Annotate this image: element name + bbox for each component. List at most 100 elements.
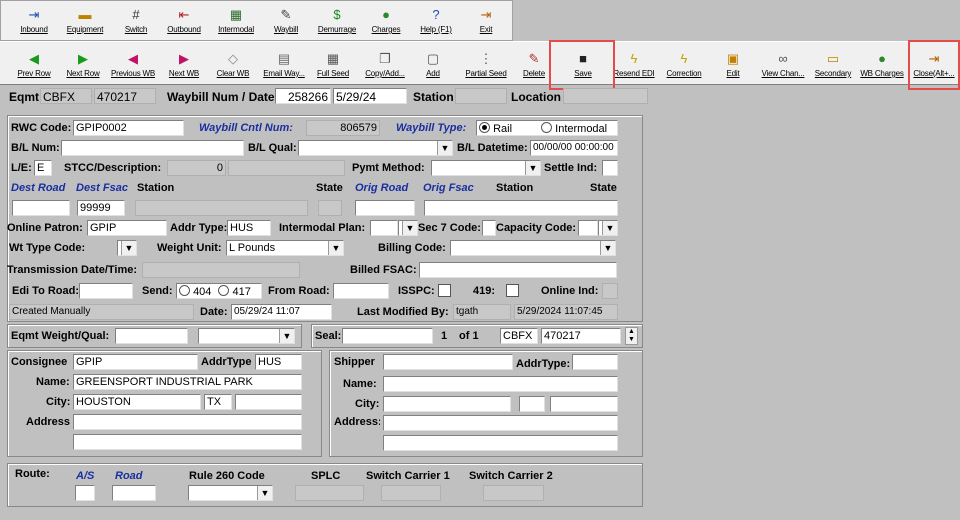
capacity-code-field[interactable]	[578, 220, 598, 236]
addr-type-field[interactable]: HUS	[227, 220, 271, 236]
road-field[interactable]	[112, 485, 156, 501]
bl-datetime-field[interactable]: 00/00/00 00:00:00	[530, 140, 618, 156]
toolbar-button-close[interactable]: ⇥ Close(Alt+...	[910, 45, 958, 85]
toolbar-button-add[interactable]: ▢ Add	[421, 45, 445, 85]
toolbar-button-edit[interactable]: ▣ Edit	[718, 45, 748, 85]
toolbar-button-intermodal[interactable]: ▦ Intermodal	[213, 1, 259, 41]
wt-type-code-select[interactable]: ▼	[117, 240, 137, 256]
shipper-address2-field[interactable]	[383, 435, 618, 451]
n419-checkbox[interactable]	[506, 284, 519, 297]
toolbar-button-exit[interactable]: ⇥ Exit	[471, 1, 501, 41]
toolbar-button-full-seed[interactable]: ▦ Full Seed	[313, 45, 353, 85]
consignee-code-field[interactable]: GPIP	[73, 354, 198, 370]
eqmt-weight-qual-select[interactable]: ▼	[198, 328, 295, 344]
switch-carrier1-field[interactable]	[381, 485, 441, 501]
toolbar-button-partial-seed[interactable]: ⋮ Partial Seed	[460, 45, 512, 85]
toolbar-button-next-row[interactable]: ▶ Next Row	[63, 45, 103, 85]
consignee-city-field[interactable]: HOUSTON	[73, 394, 201, 410]
toolbar-button-prev-row[interactable]: ◀ Prev Row	[12, 45, 56, 85]
shipper-addrtype-field[interactable]	[572, 354, 618, 370]
toolbar-button-secondary[interactable]: ▭ Secondary	[812, 45, 854, 85]
toolbar-button-wb-charges[interactable]: ● WB Charges	[858, 45, 906, 85]
consignee-name-field[interactable]: GREENSPORT INDUSTRIAL PARK	[73, 374, 302, 390]
consignee-address2-field[interactable]	[73, 434, 302, 450]
toolbar-button-inbound[interactable]: ⇥ Inbound	[11, 1, 57, 41]
shipper-zip-field[interactable]	[550, 396, 618, 412]
capacity-code-select[interactable]: ▼	[598, 220, 618, 236]
consignee-address1-field[interactable]	[73, 414, 302, 430]
settle-ind-field[interactable]	[602, 160, 618, 176]
toolbar-button-copy-add[interactable]: ❐ Copy/Add...	[358, 45, 412, 85]
toolbar-button-save[interactable]: ■ Save	[566, 45, 600, 85]
bl-qual-select[interactable]: ▼	[298, 140, 453, 156]
dest-road-field[interactable]	[12, 200, 70, 216]
toolbar-button-previous-wb[interactable]: ◀ Previous WB	[108, 45, 158, 85]
toolbar-button-switch[interactable]: # Switch	[119, 1, 153, 41]
shipper-code-field[interactable]	[383, 354, 513, 370]
billing-code-select[interactable]: ▼	[450, 240, 616, 256]
rule260-select[interactable]: ▼	[188, 485, 273, 501]
seal-spinner[interactable]: ▲ ▼	[625, 327, 638, 345]
toolbar-button-charges[interactable]: ● Charges	[369, 1, 403, 41]
waybill-cntl-num-field[interactable]: 806579	[306, 120, 380, 136]
stcc-description-field[interactable]	[228, 160, 345, 176]
billed-fsac-field[interactable]	[419, 262, 617, 278]
send-404-radio[interactable]	[179, 285, 190, 296]
eqmt-num-field[interactable]: 470217	[94, 88, 156, 104]
rail-radio[interactable]	[479, 122, 490, 133]
station-field[interactable]	[455, 88, 507, 104]
consignee-zip-field[interactable]	[235, 394, 302, 410]
orig-fsac-field[interactable]	[424, 200, 618, 216]
dest-station-field[interactable]	[135, 200, 308, 216]
as-field[interactable]	[75, 485, 95, 501]
dest-state-field[interactable]	[318, 200, 342, 216]
toolbar-button-equipment[interactable]: ▬ Equipment	[61, 1, 109, 41]
stcc-field[interactable]: 0	[167, 160, 226, 176]
toolbar-button-correction[interactable]: ϟ Correction	[660, 45, 708, 85]
seal-num-field[interactable]: 470217	[541, 328, 621, 344]
pymt-method-select[interactable]: ▼	[431, 160, 541, 176]
bl-num-field[interactable]	[61, 140, 244, 156]
sec7-code-field[interactable]	[482, 220, 496, 236]
toolbar-button-email-waybill[interactable]: ▤ Email Way...	[260, 45, 308, 85]
toolbar-button-waybill[interactable]: ✎ Waybill	[269, 1, 303, 41]
eqmt-init-field[interactable]: CBFX	[40, 88, 92, 104]
edi-to-road-field[interactable]	[79, 283, 133, 299]
toolbar-button-help[interactable]: ? Help (F1)	[419, 1, 453, 41]
from-road-field[interactable]	[333, 283, 389, 299]
eqmt-weight-field[interactable]	[115, 328, 188, 344]
switch-carrier2-field[interactable]	[483, 485, 544, 501]
toolbar-button-delete[interactable]: ✎ Delete	[517, 45, 551, 85]
online-ind-field[interactable]	[602, 283, 618, 299]
toolbar-button-clear-wb[interactable]: ◇ Clear WB	[211, 45, 255, 85]
waybill-num-field[interactable]: 258266	[275, 88, 331, 104]
weight-unit-select[interactable]: L Pounds ▼	[226, 240, 344, 256]
shipper-state-field[interactable]	[519, 396, 545, 412]
send-417-radio[interactable]	[218, 285, 230, 296]
toolbar-button-demurrage[interactable]: $ Demurrage	[313, 1, 361, 41]
rwc-code-field[interactable]: GPIP0002	[73, 120, 184, 136]
date-field[interactable]: 05/29/24 11:07	[231, 304, 332, 320]
shipper-name-field[interactable]	[383, 376, 618, 392]
shipper-address1-field[interactable]	[383, 415, 618, 431]
toolbar-button-resend-edi[interactable]: ϟ Resend EDI	[612, 45, 656, 85]
toolbar-button-next-wb[interactable]: ▶ Next WB	[164, 45, 204, 85]
isspc-checkbox[interactable]	[438, 284, 451, 297]
toolbar-button-outbound[interactable]: ⇤ Outbound	[164, 1, 204, 41]
seal-field[interactable]	[342, 328, 433, 344]
online-patron-field[interactable]: GPIP	[87, 220, 167, 236]
transmission-datetime-field[interactable]	[142, 262, 300, 278]
seal-init-field[interactable]: CBFX	[500, 328, 538, 344]
dest-fsac-field[interactable]: 99999	[77, 200, 125, 216]
le-field[interactable]: E	[34, 160, 52, 176]
splc-field[interactable]	[295, 485, 364, 501]
toolbar-button-view-changes[interactable]: ∞ View Chan...	[758, 45, 808, 85]
intermodal-plan-select[interactable]: ▼	[398, 220, 418, 236]
shipper-city-field[interactable]	[383, 396, 511, 412]
location-field[interactable]	[563, 88, 648, 104]
waybill-date-field[interactable]: 5/29/24	[333, 88, 407, 104]
intermodal-radio[interactable]	[541, 122, 553, 133]
intermodal-plan-field[interactable]	[370, 220, 398, 236]
consignee-state-field[interactable]: TX	[204, 394, 232, 410]
consignee-addrtype-field[interactable]: HUS	[255, 354, 302, 370]
